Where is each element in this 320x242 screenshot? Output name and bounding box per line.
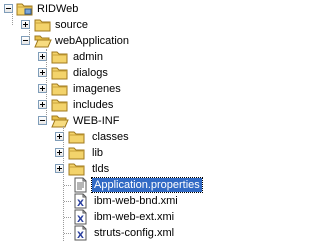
folder-icon (51, 49, 69, 65)
folder-icon (51, 97, 69, 113)
tree-node-label[interactable]: WEB-INF (71, 114, 121, 128)
tree-node-label[interactable]: classes (90, 130, 131, 144)
tree-node-label[interactable]: admin (71, 50, 105, 64)
tree-node-label[interactable]: dialogs (71, 66, 110, 80)
expand-toggle[interactable] (21, 20, 30, 29)
project-folder-icon (16, 1, 34, 17)
tree-node-label[interactable]: source (53, 18, 90, 32)
properties-file-icon (72, 177, 90, 193)
tree-line (64, 185, 71, 186)
tree-node-struts-config[interactable]: Xstruts-config.xml (0, 225, 202, 241)
tree-node-label[interactable]: ibm-web-ext.xmi (92, 210, 176, 224)
tree-node-tlds[interactable]: tlds (0, 161, 202, 177)
folder-icon (51, 81, 69, 97)
tree-node-label[interactable]: imagenes (71, 82, 123, 96)
folder-icon (51, 65, 69, 81)
tree-node-includes[interactable]: includes (0, 97, 202, 113)
folder-icon (68, 161, 86, 177)
open-folder-icon (34, 33, 52, 49)
xml-file-icon: X (72, 225, 90, 241)
project-tree: RIDWeb source webApplication admin dialo… (0, 0, 203, 242)
tree-line (12, 14, 13, 25)
xmi-file-icon: X (72, 193, 90, 209)
tree-node-label[interactable]: webApplication (53, 34, 131, 48)
svg-text:X: X (77, 199, 84, 209)
folder-icon (68, 129, 86, 145)
tree-node-ibm-web-bnd[interactable]: X ibm-web-bnd.xmi (0, 193, 202, 209)
tree-line (46, 49, 47, 121)
tree-node-application-properties[interactable]: Application.properties (0, 177, 203, 193)
tree-node-label[interactable]: Application.properties (91, 177, 203, 193)
tree-node-label[interactable]: ibm-web-bnd.xmi (92, 194, 180, 208)
tree-node-web-inf[interactable]: WEB-INF (0, 113, 202, 129)
svg-text:X: X (77, 215, 84, 225)
tree-node-label[interactable]: struts-config.xml (92, 226, 176, 240)
tree-node-admin[interactable]: admin (0, 49, 202, 65)
tree-node-label[interactable]: includes (71, 98, 115, 112)
tree-node-classes[interactable]: classes (0, 129, 202, 145)
folder-icon (68, 145, 86, 161)
tree-node-lib[interactable]: lib (0, 145, 202, 161)
tree-node-label[interactable]: RIDWeb (35, 2, 80, 16)
tree-node-dialogs[interactable]: dialogs (0, 65, 202, 81)
tree-node-webapplication[interactable]: webApplication (0, 33, 202, 49)
tree-node-label[interactable]: tlds (90, 162, 111, 176)
xmi-file-icon: X (72, 209, 90, 225)
tree-line (64, 201, 71, 202)
tree-node-imagenes[interactable]: imagenes (0, 81, 202, 97)
tree-line (29, 30, 30, 41)
open-folder-icon (51, 113, 69, 129)
tree-node-ibm-web-ext[interactable]: Xibm-web-ext.xmi (0, 209, 202, 225)
folder-icon (34, 17, 52, 33)
svg-text:X: X (77, 231, 84, 241)
tree-node-source[interactable]: source (0, 17, 202, 33)
tree-node-ridweb[interactable]: RIDWeb (0, 1, 202, 17)
collapse-toggle[interactable] (4, 4, 13, 13)
tree-node-label[interactable]: lib (90, 146, 105, 160)
